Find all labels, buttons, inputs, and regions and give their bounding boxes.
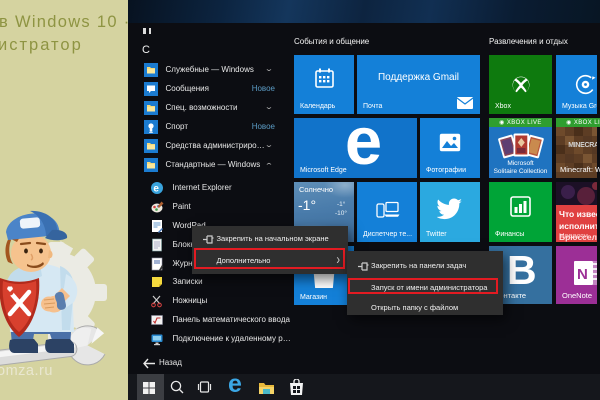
svg-text:e: e	[153, 183, 159, 194]
svg-text:N: N	[577, 266, 588, 283]
